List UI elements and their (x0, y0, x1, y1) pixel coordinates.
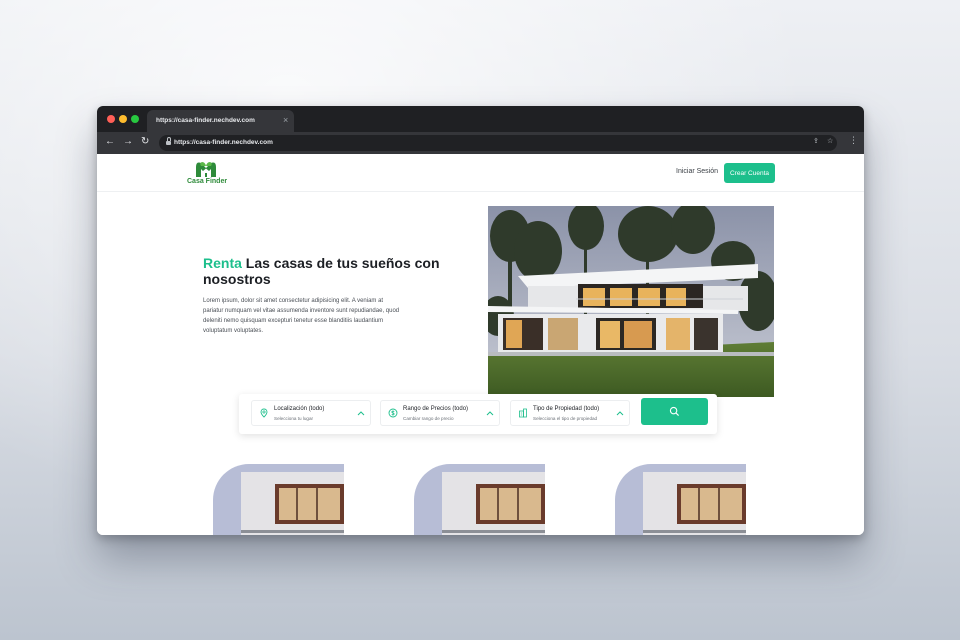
map-pin-icon (260, 408, 268, 418)
property-type-filter-title: Tipo de Propiedad (todo) (533, 406, 600, 412)
site-logo[interactable]: Casa Finder (187, 160, 227, 188)
tab-close-icon[interactable]: × (283, 115, 288, 125)
property-card-image[interactable] (213, 464, 344, 535)
back-arrow-icon[interactable]: ← (105, 136, 115, 148)
reload-icon[interactable]: ↻ (141, 136, 149, 148)
tab-title: https://casa-finder.nechdev.com (156, 117, 255, 124)
logo-text: Casa Finder (187, 178, 228, 185)
browser-tab[interactable]: https://casa-finder.nechdev.com × (147, 110, 294, 132)
login-link[interactable]: Iniciar Sesión (676, 168, 718, 175)
address-bar[interactable]: https://casa-finder.nechdev.com (159, 135, 837, 151)
maximize-window-button[interactable] (131, 115, 139, 123)
property-card-image[interactable] (414, 464, 545, 535)
search-icon (669, 406, 680, 417)
price-range-filter-subtitle: Cambiar rango de precio (403, 416, 454, 421)
search-panel: Localización (todo) Selecciona tu lugar … (239, 394, 717, 434)
hero-title-accent: Renta (203, 255, 242, 271)
address-bar-url[interactable]: https://casa-finder.nechdev.com (174, 139, 273, 146)
signup-button[interactable]: Crear Cuenta (724, 163, 775, 183)
site-header: Casa Finder Iniciar Sesión Crear Cuenta (97, 154, 864, 192)
chevron-up-icon[interactable] (356, 409, 366, 417)
browser-toolbar: ← → ↻ https://casa-finder.nechdev.com ⇪ … (97, 132, 864, 154)
chevron-up-icon[interactable] (485, 409, 495, 417)
hero-title: Renta Las casas de tus sueños con nosost… (203, 255, 443, 287)
property-card-image[interactable] (615, 464, 746, 535)
hero-house-image (488, 206, 774, 397)
location-filter[interactable]: Localización (todo) Selecciona tu lugar (251, 400, 371, 426)
price-range-filter[interactable]: Rango de Precios (todo) Cambiar rango de… (380, 400, 500, 426)
share-icon[interactable]: ⇪ (813, 137, 819, 145)
minimize-window-button[interactable] (119, 115, 127, 123)
lock-icon[interactable] (166, 137, 171, 145)
dollar-icon (388, 408, 398, 418)
forward-arrow-icon[interactable]: → (123, 136, 133, 148)
property-type-filter-subtitle: Selecciona el tipo de propiedad (533, 416, 598, 421)
house-logo-icon (196, 162, 216, 177)
browser-menu-icon[interactable]: ⋮ (849, 135, 858, 146)
search-button[interactable] (641, 398, 708, 425)
property-type-filter[interactable]: Tipo de Propiedad (todo) Selecciona el t… (510, 400, 630, 426)
web-page: Casa Finder Iniciar Sesión Crear Cuenta … (97, 154, 864, 535)
location-filter-title: Localización (todo) (274, 406, 325, 412)
chevron-up-icon[interactable] (615, 409, 625, 417)
price-range-filter-title: Rango de Precios (todo) (403, 406, 469, 412)
bookmark-star-icon[interactable]: ☆ (827, 137, 833, 145)
tab-bar: https://casa-finder.nechdev.com × (97, 106, 864, 132)
building-icon (519, 408, 527, 418)
browser-window: https://casa-finder.nechdev.com × ← → ↻ … (97, 106, 864, 535)
location-filter-subtitle: Selecciona tu lugar (274, 416, 314, 421)
close-window-button[interactable] (107, 115, 115, 123)
hero-description: Lorem ipsum, dolor sit amet consectetur … (203, 298, 400, 334)
